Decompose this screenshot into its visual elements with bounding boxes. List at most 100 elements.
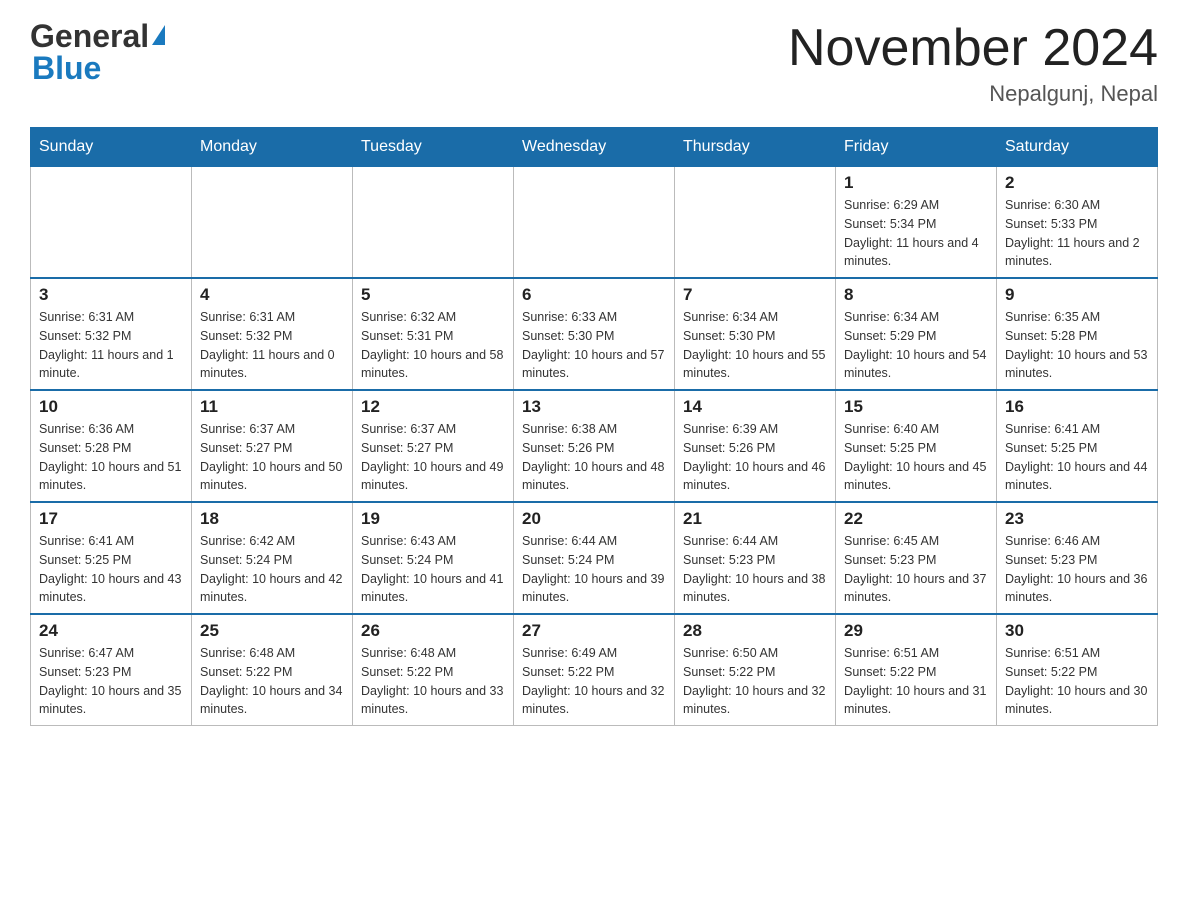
day-number: 23	[1005, 509, 1149, 529]
day-number: 29	[844, 621, 988, 641]
day-info: Sunrise: 6:30 AM Sunset: 5:33 PM Dayligh…	[1005, 196, 1149, 271]
day-number: 25	[200, 621, 344, 641]
day-number: 15	[844, 397, 988, 417]
day-info: Sunrise: 6:40 AM Sunset: 5:25 PM Dayligh…	[844, 420, 988, 495]
calendar-week-row: 17 Sunrise: 6:41 AM Sunset: 5:25 PM Dayli…	[31, 502, 1158, 614]
logo-triangle-icon	[152, 25, 165, 45]
col-header-sunday: Sunday	[31, 128, 192, 167]
calendar-cell: 21 Sunrise: 6:44 AM Sunset: 5:23 PM Dayli…	[675, 502, 836, 614]
calendar-table: SundayMondayTuesdayWednesdayThursdayFrid…	[30, 127, 1158, 726]
calendar-cell: 2 Sunrise: 6:30 AM Sunset: 5:33 PM Daylig…	[997, 167, 1158, 279]
calendar-cell: 3Sunrise: 6:31 AM Sunset: 5:32 PM Daylig…	[31, 278, 192, 390]
calendar-cell: 10 Sunrise: 6:36 AM Sunset: 5:28 PM Dayli…	[31, 390, 192, 502]
calendar-cell: 29Sunrise: 6:51 AM Sunset: 5:22 PM Dayli…	[836, 614, 997, 726]
calendar-cell	[31, 167, 192, 279]
day-info: Sunrise: 6:51 AM Sunset: 5:22 PM Dayligh…	[1005, 644, 1149, 719]
day-number: 14	[683, 397, 827, 417]
calendar-cell: 14 Sunrise: 6:39 AM Sunset: 5:26 PM Dayli…	[675, 390, 836, 502]
calendar-week-row: 24 Sunrise: 6:47 AM Sunset: 5:23 PM Dayli…	[31, 614, 1158, 726]
calendar-cell: 4 Sunrise: 6:31 AM Sunset: 5:32 PM Daylig…	[192, 278, 353, 390]
day-info: Sunrise: 6:33 AM Sunset: 5:30 PM Dayligh…	[522, 308, 666, 383]
calendar-cell: 28 Sunrise: 6:50 AM Sunset: 5:22 PM Dayli…	[675, 614, 836, 726]
day-info: Sunrise: 6:37 AM Sunset: 5:27 PM Dayligh…	[361, 420, 505, 495]
calendar-cell: 11Sunrise: 6:37 AM Sunset: 5:27 PM Dayli…	[192, 390, 353, 502]
day-number: 26	[361, 621, 505, 641]
day-number: 28	[683, 621, 827, 641]
calendar-cell: 17 Sunrise: 6:41 AM Sunset: 5:25 PM Dayli…	[31, 502, 192, 614]
calendar-cell: 22 Sunrise: 6:45 AM Sunset: 5:23 PM Dayli…	[836, 502, 997, 614]
location-subtitle: Nepalgunj, Nepal	[788, 81, 1158, 107]
calendar-cell: 19 Sunrise: 6:43 AM Sunset: 5:24 PM Dayli…	[353, 502, 514, 614]
day-info: Sunrise: 6:42 AM Sunset: 5:24 PM Dayligh…	[200, 532, 344, 607]
col-header-wednesday: Wednesday	[514, 128, 675, 167]
day-number: 10	[39, 397, 183, 417]
day-info: Sunrise: 6:44 AM Sunset: 5:24 PM Dayligh…	[522, 532, 666, 607]
day-info: Sunrise: 6:37 AM Sunset: 5:27 PM Dayligh…	[200, 420, 344, 495]
calendar-cell	[514, 167, 675, 279]
day-number: 27	[522, 621, 666, 641]
calendar-week-row: 10 Sunrise: 6:36 AM Sunset: 5:28 PM Dayli…	[31, 390, 1158, 502]
day-info: Sunrise: 6:32 AM Sunset: 5:31 PM Dayligh…	[361, 308, 505, 383]
day-number: 20	[522, 509, 666, 529]
calendar-cell: 27 Sunrise: 6:49 AM Sunset: 5:22 PM Dayli…	[514, 614, 675, 726]
calendar-cell: 7 Sunrise: 6:34 AM Sunset: 5:30 PM Daylig…	[675, 278, 836, 390]
day-info: Sunrise: 6:43 AM Sunset: 5:24 PM Dayligh…	[361, 532, 505, 607]
title-area: November 2024 Nepalgunj, Nepal	[788, 20, 1158, 107]
day-number: 24	[39, 621, 183, 641]
day-info: Sunrise: 6:35 AM Sunset: 5:28 PM Dayligh…	[1005, 308, 1149, 383]
day-info: Sunrise: 6:49 AM Sunset: 5:22 PM Dayligh…	[522, 644, 666, 719]
day-number: 13	[522, 397, 666, 417]
day-info: Sunrise: 6:34 AM Sunset: 5:30 PM Dayligh…	[683, 308, 827, 383]
col-header-saturday: Saturday	[997, 128, 1158, 167]
day-info: Sunrise: 6:45 AM Sunset: 5:23 PM Dayligh…	[844, 532, 988, 607]
day-number: 1	[844, 173, 988, 193]
day-number: 4	[200, 285, 344, 305]
calendar-cell: 20 Sunrise: 6:44 AM Sunset: 5:24 PM Dayli…	[514, 502, 675, 614]
day-number: 3	[39, 285, 183, 305]
day-info: Sunrise: 6:34 AM Sunset: 5:29 PM Dayligh…	[844, 308, 988, 383]
col-header-friday: Friday	[836, 128, 997, 167]
page-header: General Blue November 2024 Nepalgunj, Ne…	[30, 20, 1158, 107]
calendar-header-row: SundayMondayTuesdayWednesdayThursdayFrid…	[31, 128, 1158, 167]
calendar-cell	[675, 167, 836, 279]
day-info: Sunrise: 6:50 AM Sunset: 5:22 PM Dayligh…	[683, 644, 827, 719]
day-info: Sunrise: 6:48 AM Sunset: 5:22 PM Dayligh…	[361, 644, 505, 719]
day-info: Sunrise: 6:47 AM Sunset: 5:23 PM Dayligh…	[39, 644, 183, 719]
day-info: Sunrise: 6:29 AM Sunset: 5:34 PM Dayligh…	[844, 196, 988, 271]
day-info: Sunrise: 6:41 AM Sunset: 5:25 PM Dayligh…	[39, 532, 183, 607]
calendar-cell: 5Sunrise: 6:32 AM Sunset: 5:31 PM Daylig…	[353, 278, 514, 390]
day-info: Sunrise: 6:46 AM Sunset: 5:23 PM Dayligh…	[1005, 532, 1149, 607]
logo-general-text: General	[30, 20, 149, 52]
calendar-cell: 18Sunrise: 6:42 AM Sunset: 5:24 PM Dayli…	[192, 502, 353, 614]
day-number: 16	[1005, 397, 1149, 417]
day-number: 19	[361, 509, 505, 529]
calendar-cell: 25 Sunrise: 6:48 AM Sunset: 5:22 PM Dayli…	[192, 614, 353, 726]
day-number: 6	[522, 285, 666, 305]
day-info: Sunrise: 6:31 AM Sunset: 5:32 PM Dayligh…	[200, 308, 344, 383]
calendar-cell: 6 Sunrise: 6:33 AM Sunset: 5:30 PM Daylig…	[514, 278, 675, 390]
day-number: 22	[844, 509, 988, 529]
month-title: November 2024	[788, 20, 1158, 77]
day-info: Sunrise: 6:41 AM Sunset: 5:25 PM Dayligh…	[1005, 420, 1149, 495]
calendar-cell: 15 Sunrise: 6:40 AM Sunset: 5:25 PM Dayli…	[836, 390, 997, 502]
calendar-cell: 23 Sunrise: 6:46 AM Sunset: 5:23 PM Dayli…	[997, 502, 1158, 614]
day-number: 2	[1005, 173, 1149, 193]
calendar-cell: 26 Sunrise: 6:48 AM Sunset: 5:22 PM Dayli…	[353, 614, 514, 726]
day-number: 7	[683, 285, 827, 305]
day-number: 21	[683, 509, 827, 529]
calendar-cell: 16 Sunrise: 6:41 AM Sunset: 5:25 PM Dayli…	[997, 390, 1158, 502]
calendar-cell: 12Sunrise: 6:37 AM Sunset: 5:27 PM Dayli…	[353, 390, 514, 502]
calendar-week-row: 3 Sunrise: 6:31 AM Sunset: 5:32 PM Daylig…	[31, 278, 1158, 390]
day-info: Sunrise: 6:39 AM Sunset: 5:26 PM Dayligh…	[683, 420, 827, 495]
calendar-cell	[192, 167, 353, 279]
col-header-thursday: Thursday	[675, 128, 836, 167]
calendar-cell: 30Sunrise: 6:51 AM Sunset: 5:22 PM Dayli…	[997, 614, 1158, 726]
calendar-cell	[353, 167, 514, 279]
calendar-cell: 8Sunrise: 6:34 AM Sunset: 5:29 PM Daylig…	[836, 278, 997, 390]
day-info: Sunrise: 6:44 AM Sunset: 5:23 PM Dayligh…	[683, 532, 827, 607]
calendar-cell: 13Sunrise: 6:38 AM Sunset: 5:26 PM Dayli…	[514, 390, 675, 502]
calendar-week-row: 1 Sunrise: 6:29 AM Sunset: 5:34 PM Daylig…	[31, 167, 1158, 279]
day-number: 17	[39, 509, 183, 529]
day-info: Sunrise: 6:36 AM Sunset: 5:28 PM Dayligh…	[39, 420, 183, 495]
day-info: Sunrise: 6:48 AM Sunset: 5:22 PM Dayligh…	[200, 644, 344, 719]
